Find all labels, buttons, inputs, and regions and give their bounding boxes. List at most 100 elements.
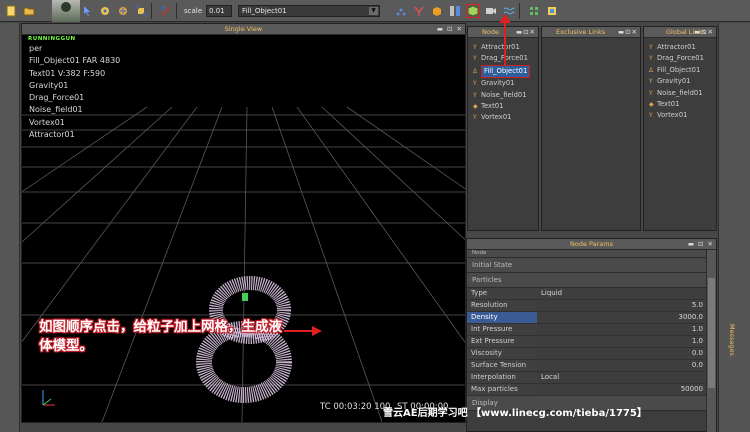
object-select[interactable]: Fill_Object01 ▼ <box>238 4 381 17</box>
red-arrow-right-icon <box>284 326 322 336</box>
param-value-field[interactable]: 0.0 <box>537 360 707 371</box>
param-row[interactable]: Viscosity 0.0 <box>467 348 707 360</box>
scale-tool-icon[interactable] <box>134 4 148 18</box>
daemon-node-icon: Y <box>473 44 477 51</box>
list-item[interactable]: Y Vortex01 <box>649 110 716 121</box>
viewport-canvas[interactable]: RUNNINGGUN per Fill_Object01 FAR 4830 Text… <box>22 35 465 422</box>
text-node-icon: ◆ <box>649 101 654 109</box>
node-params-panel: Node Params ▬ ⊡ ✕ Node Initial State Par… <box>466 238 717 432</box>
list-item[interactable]: Y Vortex01 <box>473 112 538 123</box>
rotate-tool-icon[interactable] <box>116 4 130 18</box>
daemon-node-icon: Y <box>473 80 477 88</box>
daemon-node-icon: Y <box>473 55 477 63</box>
new-file-icon[interactable] <box>4 4 18 18</box>
viewport-object-line: Noise_field01 <box>29 105 83 115</box>
toolbar-divider <box>176 2 177 19</box>
list-item[interactable]: Y Attractor01 <box>649 42 716 53</box>
list-item[interactable]: ◆ Text01 <box>649 99 716 110</box>
toolbar-divider <box>519 2 521 19</box>
list-item-label: Text01 <box>657 100 680 109</box>
list-item[interactable]: Y Noise_field01 <box>473 90 538 101</box>
param-key: Viscosity <box>467 348 537 359</box>
link-tool-icon[interactable] <box>159 4 173 18</box>
param-key: Int Pressure <box>467 324 537 335</box>
move-tool-icon[interactable] <box>98 4 112 18</box>
viewport-object-line: Attractor01 <box>29 130 75 140</box>
select-arrow-icon[interactable] <box>80 4 94 18</box>
section-initial-state[interactable]: Initial State <box>467 258 707 273</box>
param-row[interactable]: Ext Pressure 1.0 <box>467 336 707 348</box>
viewport-object-line: Text01 V:382 F:590 <box>29 68 106 78</box>
list-item-label: Text01 <box>481 102 504 111</box>
param-value-field[interactable]: 1.0 <box>537 324 707 335</box>
param-value-field[interactable]: Local <box>537 372 707 383</box>
scale-input[interactable]: 0.01 <box>206 4 233 17</box>
right-dock-strip <box>718 23 750 432</box>
object-cube-icon[interactable] <box>430 4 444 18</box>
list-item[interactable]: ◆ Text01 <box>473 101 538 112</box>
single-view-title: Single View <box>224 25 263 33</box>
node-params-title-bar: Node Params ▬ ⊡ ✕ <box>467 239 716 250</box>
daemon-node-icon: Y <box>649 112 653 120</box>
viewport-object-line: Gravity01 <box>29 80 69 90</box>
param-key: Density <box>467 312 537 323</box>
exclusive-links-title: Exclusive Links <box>556 28 606 36</box>
object-select-value: Fill_Object01 <box>242 6 287 15</box>
list-item[interactable]: Y Drag_Force01 <box>649 53 716 64</box>
list-item[interactable]: Δ Fill_Object01 <box>649 65 716 76</box>
section-node[interactable]: Node <box>467 250 707 258</box>
daemon-node-icon: Y <box>649 78 653 86</box>
render-icon[interactable] <box>545 4 559 18</box>
scrollbar-thumb[interactable] <box>708 278 715 388</box>
param-row[interactable]: Max particles 50000 <box>467 384 707 396</box>
panel-controls[interactable]: ▬ ⊡ ✕ <box>688 239 714 249</box>
daemon-icon[interactable] <box>412 4 426 18</box>
param-value-field[interactable]: 1.0 <box>537 336 707 347</box>
section-particles[interactable]: Particles <box>467 273 707 288</box>
watermark-text: 雪云AE后期学习吧 【www.linecg.com/tieba/1775】 <box>383 408 647 419</box>
app-window: scale 0.01 Fill_Object01 ▼ Single View ▬… <box>0 0 750 432</box>
left-tool-strip <box>0 23 20 432</box>
panel-controls[interactable]: ▬⊡✕ <box>694 27 714 37</box>
param-value-field[interactable]: Liquid <box>537 288 707 299</box>
param-row[interactable]: Type Liquid <box>467 288 707 300</box>
avatar <box>52 0 80 22</box>
export-icon[interactable] <box>527 4 541 18</box>
list-item-label: Fill_Object01 <box>657 65 701 74</box>
messages-tab[interactable]: Messages <box>722 310 736 370</box>
params-table: Type Liquid Resolution 5.0 Density 3000.0 Int … <box>467 288 707 396</box>
param-value-field[interactable]: 0.0 <box>537 348 707 359</box>
camera-icon[interactable] <box>484 4 498 18</box>
param-row[interactable]: Surface Tension 0.0 <box>467 360 707 372</box>
list-item[interactable]: Δ Fill_Object01 <box>473 64 538 79</box>
solver-icon[interactable] <box>448 4 462 18</box>
list-item[interactable]: Y Noise_field01 <box>649 88 716 99</box>
panel-controls[interactable]: ▬⊡✕ <box>618 27 638 37</box>
daemon-node-icon: Y <box>473 114 477 122</box>
viewport-object-line: Vortex01 <box>29 117 65 127</box>
mesh-tool-icon[interactable] <box>466 3 481 18</box>
main-toolbar: scale 0.01 Fill_Object01 ▼ <box>0 0 750 22</box>
particle-emitter-icon[interactable] <box>394 4 408 18</box>
param-key: Interpolation <box>467 372 537 383</box>
param-row[interactable]: Int Pressure 1.0 <box>467 324 707 336</box>
global-links-panel: Global Links ▬⊡✕ Y Attractor01 Y Drag_Force… <box>643 26 717 231</box>
open-folder-icon[interactable] <box>22 4 36 18</box>
list-item[interactable]: Y Gravity01 <box>649 76 716 87</box>
daemon-node-icon: Y <box>649 44 653 51</box>
param-row[interactable]: Resolution 5.0 <box>467 300 707 312</box>
list-item[interactable]: Y Gravity01 <box>473 78 538 89</box>
global-links-title-bar: Global Links ▬⊡✕ <box>644 27 716 38</box>
param-value-field[interactable]: 3000.0 <box>537 312 707 323</box>
param-key: Type <box>467 288 537 299</box>
param-row[interactable]: Density 3000.0 <box>467 312 707 324</box>
panel-controls[interactable]: ▬ ⊡ ✕ <box>437 24 463 34</box>
param-value-field[interactable]: 5.0 <box>537 300 707 311</box>
param-value-field[interactable]: 50000 <box>537 384 707 395</box>
daemon-node-icon: Y <box>649 55 653 63</box>
panel-controls[interactable]: ▬⊡✕ <box>516 27 536 37</box>
param-row[interactable]: Interpolation Local <box>467 372 707 384</box>
param-key: Max particles <box>467 384 537 395</box>
params-body: Node Initial State Particles Type Liquid R… <box>467 250 707 411</box>
list-item-label: Attractor01 <box>657 43 696 51</box>
